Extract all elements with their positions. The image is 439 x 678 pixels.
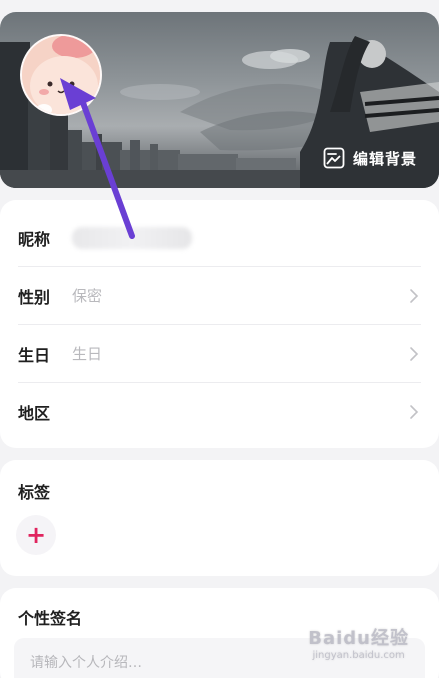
watermark-site: jingyan.baidu.com [312, 649, 405, 661]
birthday-row[interactable]: 生日 生日 [18, 325, 421, 382]
profile-cover[interactable]: 编辑背景 [0, 12, 439, 188]
watermark: Baidu经验 jingyan.baidu.com [308, 628, 409, 662]
add-tag-button[interactable]: + [16, 515, 56, 555]
edit-background-label: 编辑背景 [352, 149, 417, 168]
gender-label: 性别 [18, 287, 51, 307]
gender-row[interactable]: 性别 保密 [18, 267, 421, 324]
tags-title: 标签 [18, 483, 51, 502]
avatar[interactable] [20, 34, 102, 116]
chevron-right-icon [410, 288, 419, 303]
nickname-row[interactable]: 昵称 [18, 209, 421, 266]
birthday-label: 生日 [18, 345, 51, 365]
plus-icon: + [25, 521, 47, 549]
region-row[interactable]: 地区 [18, 383, 421, 440]
nickname-label: 昵称 [18, 229, 51, 249]
birthday-value: 生日 [72, 345, 103, 363]
gender-value: 保密 [72, 287, 103, 305]
image-icon [323, 147, 345, 169]
edit-background-button[interactable]: 编辑背景 [323, 146, 417, 170]
tags-card: 标签 + [0, 460, 439, 576]
nickname-value [72, 226, 192, 249]
region-label: 地区 [18, 403, 51, 423]
watermark-brand: Baidu经验 [308, 628, 409, 649]
chevron-right-icon [410, 404, 419, 419]
signature-title: 个性签名 [18, 609, 83, 628]
chevron-right-icon [410, 346, 419, 361]
profile-info-card: 昵称 性别 保密 生日 生日 地区 [0, 200, 439, 448]
